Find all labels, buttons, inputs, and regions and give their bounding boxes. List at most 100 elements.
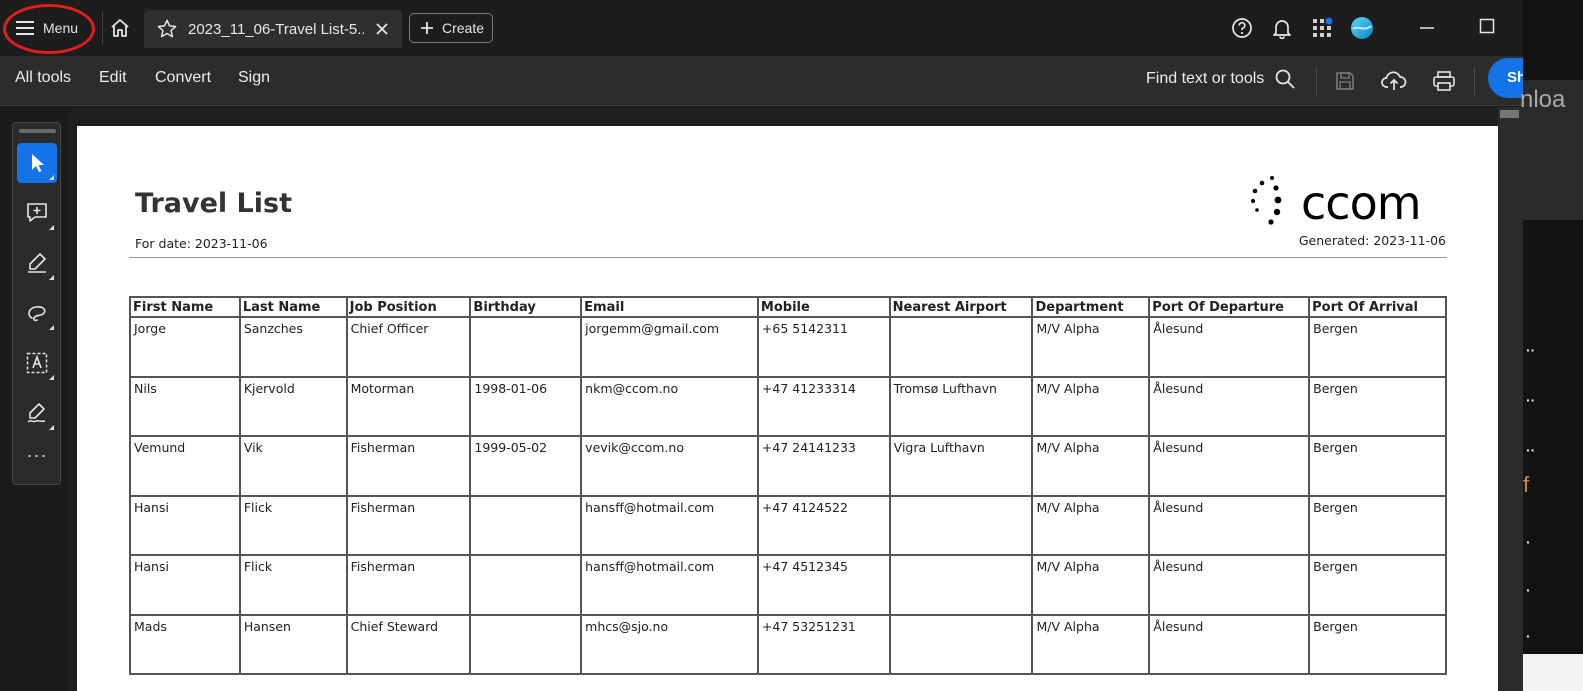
find-text-or-tools[interactable]: Find text or tools [1146, 68, 1296, 90]
table-cell: jorgemm@gmail.com [580, 316, 759, 378]
background-window: nloa ·· ·· ·· f · · · [1520, 0, 1583, 691]
table-cell: +65 5142311 [756, 316, 891, 378]
column-header: Port Of Departure [1148, 296, 1311, 318]
table-cell: Hansi [129, 554, 241, 616]
highlighter-icon [28, 253, 46, 273]
document-title: Travel List [135, 188, 292, 219]
table-cell: Vemund [129, 435, 241, 497]
upload-button[interactable] [1379, 66, 1409, 96]
table-row: Vemund Vik Fisherman 1999-05-02 vevik@ccom.n… [129, 435, 1447, 497]
table-cell: +47 4124522 [756, 494, 891, 556]
table-cell: Bergen [1308, 613, 1447, 675]
table-cell: 1998-01-06 [469, 375, 583, 437]
tool-options-corner [49, 325, 54, 330]
table-row: Hansi Flick Fisherman hansff@hotmail.com +47… [129, 494, 1447, 556]
table-cell: Sanzches [238, 316, 348, 378]
table-cell: Ålesund [1148, 554, 1311, 616]
title-icon-group [1228, 14, 1376, 42]
create-button[interactable]: Create [409, 13, 493, 43]
maximize-button[interactable] [1473, 12, 1501, 40]
profile-button[interactable] [1348, 14, 1376, 42]
table-cell: Bergen [1308, 435, 1447, 497]
tab-title: 2023_11_06-Travel List-5.... [188, 20, 364, 38]
minimize-button[interactable] [1413, 14, 1441, 42]
print-button[interactable] [1429, 66, 1459, 96]
table-cell: Mads [129, 613, 241, 675]
table-cell: M/V Alpha [1031, 494, 1151, 556]
column-header: Email [580, 296, 759, 318]
table-cell: Ålesund [1148, 375, 1311, 437]
draw-tool[interactable] [17, 293, 57, 333]
column-header: Last Name [238, 296, 348, 318]
table-cell [469, 613, 583, 675]
tool-options-corner [49, 225, 54, 230]
table-cell: Jorge [129, 316, 241, 378]
background-glyph: f [1523, 472, 1530, 497]
tool-options-corner [49, 175, 54, 180]
acrobat-window: Menu 2023_11_06-Travel List-5.... Create [0, 0, 1583, 691]
tool-options-corner [49, 375, 54, 380]
nav-all-tools[interactable]: All tools [15, 69, 71, 87]
create-label: Create [442, 20, 485, 36]
save-button[interactable] [1330, 66, 1360, 96]
comment-tool[interactable] [17, 193, 57, 233]
sign-tool[interactable] [17, 393, 57, 433]
travel-table: First Name Last Name Job Position Birthday E… [129, 296, 1447, 675]
print-icon [1433, 71, 1455, 91]
table-cell: Nils [129, 375, 241, 437]
table-cell: nkm@ccom.no [580, 375, 759, 437]
table-cell: Fisherman [345, 494, 472, 556]
table-cell: Tromsø Lufthavn [888, 375, 1034, 437]
background-panel [1523, 654, 1583, 691]
menu-button[interactable]: Menu [6, 10, 92, 46]
document-tab[interactable]: 2023_11_06-Travel List-5.... [144, 10, 402, 48]
notifications-button[interactable] [1268, 14, 1296, 42]
cursor-arrow-icon [32, 154, 44, 172]
for-date: For date: 2023-11-06 [135, 236, 268, 251]
home-button[interactable] [102, 12, 136, 44]
table-header-row: First Name Last Name Job Position Birthday E… [129, 296, 1447, 318]
generated-date: Generated: 2023-11-06 [1298, 233, 1446, 248]
apps-button[interactable] [1308, 14, 1336, 42]
help-icon [1232, 18, 1252, 38]
more-tools-button[interactable]: ··· [17, 445, 57, 475]
column-header: Port Of Arrival [1308, 296, 1447, 318]
background-dot: · [1526, 534, 1531, 550]
star-icon[interactable] [156, 18, 178, 40]
highlight-tool[interactable] [17, 243, 57, 283]
nav-edit[interactable]: Edit [99, 69, 127, 87]
scrollbar-thumb[interactable] [1500, 110, 1519, 118]
table-cell: M/V Alpha [1031, 435, 1151, 497]
table-cell: mhcs@sjo.no [580, 613, 759, 675]
table-cell: Ålesund [1148, 613, 1311, 675]
bell-icon [1273, 20, 1291, 39]
ccom-logo-dots [1250, 176, 1282, 225]
table-cell: hansff@hotmail.com [580, 494, 759, 556]
column-header: Mobile [756, 296, 891, 318]
maximize-icon [1479, 18, 1495, 34]
close-tab-button[interactable] [372, 19, 392, 39]
vertical-scrollbar[interactable] [1498, 107, 1523, 691]
help-button[interactable] [1228, 14, 1256, 42]
background-dot: · [1526, 582, 1531, 598]
select-tool[interactable] [17, 143, 57, 183]
title-bar: Menu 2023_11_06-Travel List-5.... Create [0, 0, 1523, 56]
rail-grip[interactable] [19, 129, 56, 133]
table-cell: Ålesund [1148, 316, 1311, 378]
table-cell: Vik [238, 435, 348, 497]
table-cell: hansff@hotmail.com [580, 554, 759, 616]
table-cell [469, 554, 583, 616]
table-cell [888, 494, 1034, 556]
pdf-page: Travel List For date: 2023-11-06 ccom Ge… [77, 126, 1498, 691]
table-cell: vevik@ccom.no [580, 435, 759, 497]
table-cell: M/V Alpha [1031, 554, 1151, 616]
column-header: Department [1031, 296, 1151, 318]
signature-pen-icon [27, 403, 46, 423]
plus-icon [421, 22, 433, 34]
text-box-tool[interactable] [17, 343, 57, 383]
nav-sign[interactable]: Sign [238, 69, 270, 87]
table-cell: Hansen [238, 613, 348, 675]
nav-convert[interactable]: Convert [155, 69, 211, 87]
background-dots: ·· [1526, 392, 1536, 408]
toolbar-separator [1316, 67, 1317, 95]
